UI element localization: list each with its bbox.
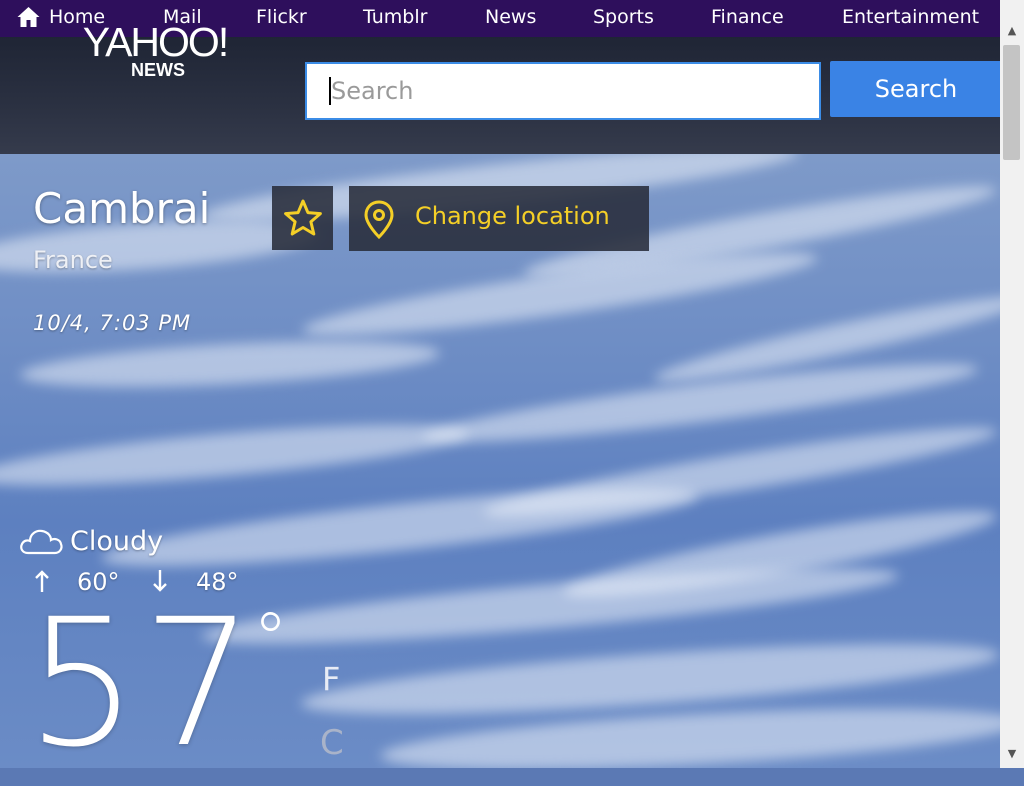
map-pin-icon — [364, 200, 394, 240]
degree-symbol: ° — [253, 598, 288, 680]
local-datetime: 10/4, 7:03 PM — [33, 311, 192, 335]
current-temperature: 57 — [26, 581, 258, 786]
change-location-label: Change location — [415, 202, 610, 230]
star-icon — [283, 199, 322, 236]
cloud-icon — [20, 529, 63, 555]
nav-sports-link[interactable]: Sports — [593, 6, 654, 28]
home-icon — [17, 7, 40, 27]
weather-condition: Cloudy — [18, 525, 163, 557]
text-caret — [329, 77, 331, 105]
unit-celsius-toggle[interactable]: C — [320, 723, 344, 763]
country-name: France — [33, 246, 113, 274]
favorite-button[interactable] — [272, 186, 333, 250]
change-location-button[interactable]: Change location — [349, 186, 649, 251]
yahoo-news-logo[interactable]: YAHOO! NEWS — [80, 22, 230, 82]
nav-flickr-link[interactable]: Flickr — [256, 6, 307, 28]
scrollbar-thumb[interactable] — [1003, 45, 1020, 160]
logo-main-text: YAHOO! — [82, 19, 229, 65]
search-button[interactable]: Search — [830, 61, 1002, 117]
condition-label: Cloudy — [70, 525, 164, 557]
nav-entertainment-link[interactable]: Entertainment — [842, 6, 979, 28]
unit-fahrenheit-toggle[interactable]: F — [322, 660, 340, 698]
scroll-down-arrow-icon[interactable]: ▼ — [1000, 745, 1024, 763]
page-scrollbar[interactable]: ▲ ▼ — [1000, 0, 1024, 768]
city-name: Cambrai — [33, 184, 211, 233]
nav-finance-link[interactable]: Finance — [711, 6, 784, 28]
nav-news-link[interactable]: News — [485, 6, 536, 28]
nav-tumblr-link[interactable]: Tumblr — [363, 6, 427, 28]
search-input[interactable] — [305, 62, 821, 120]
scroll-up-arrow-icon[interactable]: ▲ — [1000, 22, 1024, 40]
